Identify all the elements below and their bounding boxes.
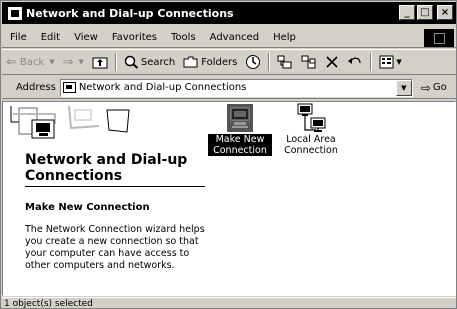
windows-logo-icon — [424, 29, 454, 47]
search-icon — [124, 55, 139, 69]
selected-item-description: The Network Connection wizard helps you … — [25, 224, 205, 271]
up-folder-icon — [92, 57, 108, 69]
maximize-button[interactable]: □ — [417, 5, 433, 20]
standard-toolbar: ⇐ Back ▼ ⇒ ▼ Search Folders ▼ — [2, 49, 456, 75]
window-app-icon[interactable] — [8, 6, 22, 20]
menu-advanced[interactable]: Advanced — [203, 32, 266, 43]
network-folder-icon — [62, 82, 76, 93]
menu-help[interactable]: Help — [266, 32, 303, 43]
toolbar-separator — [114, 53, 117, 71]
menu-file[interactable]: File — [2, 32, 34, 43]
heading-divider — [25, 186, 205, 187]
undo-button[interactable] — [343, 51, 367, 73]
back-arrow-icon: ⇐ — [6, 54, 17, 70]
move-to-icon — [277, 55, 292, 69]
move-to-button[interactable] — [273, 51, 297, 73]
search-button[interactable]: Search — [120, 51, 179, 73]
toolbar-separator — [370, 53, 373, 71]
web-view-pane: Network and Dial-up Connections Make New… — [3, 102, 205, 295]
folders-button[interactable]: Folders — [179, 51, 241, 73]
address-value[interactable]: Network and Dial-up Connections — [79, 82, 247, 93]
views-button[interactable]: ▼ — [375, 51, 405, 73]
window-controls: _ □ × — [399, 5, 453, 20]
chevron-down-icon: ▼ — [49, 58, 55, 66]
banner-artwork — [10, 105, 130, 139]
forward-arrow-icon: ⇒ — [62, 54, 74, 70]
go-button-label: Go — [432, 82, 447, 93]
back-button-label: Back — [19, 56, 45, 68]
address-label: Address — [16, 82, 56, 93]
undo-icon — [348, 57, 362, 64]
menu-tools[interactable]: Tools — [164, 32, 203, 43]
chevron-down-icon: ▼ — [78, 58, 84, 66]
minimize-button[interactable]: _ — [399, 5, 415, 20]
status-text: 1 object(s) selected — [4, 299, 93, 309]
copy-to-button[interactable] — [297, 51, 321, 73]
status-bar: 1 object(s) selected — [2, 297, 456, 309]
address-field[interactable]: Network and Dial-up Connections ▼ — [59, 78, 413, 97]
title-bar[interactable]: Network and Dial-up Connections _ □ × — [2, 2, 456, 24]
menu-favorites[interactable]: Favorites — [105, 32, 164, 43]
page-heading: Network and Dial-up Connections — [25, 152, 188, 184]
views-icon — [379, 55, 394, 69]
delete-button[interactable] — [321, 51, 343, 73]
menu-view[interactable]: View — [67, 32, 105, 43]
menu-bar: File Edit View Favorites Tools Advanced … — [2, 28, 456, 48]
folders-button-label: Folders — [201, 56, 238, 68]
address-dropdown-button[interactable]: ▼ — [395, 79, 412, 96]
address-bar: Address Network and Dial-up Connections … — [2, 77, 456, 99]
local-area-connection-icon — [297, 103, 326, 132]
window-title: Network and Dial-up Connections — [26, 6, 234, 20]
history-icon — [246, 55, 261, 69]
make-new-connection-label: Make New Connection — [208, 134, 272, 156]
search-button-label: Search — [140, 56, 176, 68]
folders-icon — [183, 56, 198, 68]
history-button[interactable] — [241, 51, 265, 73]
copy-to-icon — [301, 55, 316, 69]
make-new-connection-icon — [227, 104, 253, 132]
toolbar-separator — [268, 53, 271, 71]
close-button[interactable]: × — [437, 5, 453, 20]
content-area: Network and Dial-up Connections Make New… — [2, 101, 456, 296]
forward-button[interactable]: ⇒ ▼ — [59, 51, 88, 73]
menu-edit[interactable]: Edit — [34, 32, 67, 43]
chevron-down-icon: ▼ — [396, 58, 402, 66]
go-arrow-icon: ⇨ — [420, 80, 431, 95]
make-new-connection-item[interactable]: Make New Connection — [208, 102, 272, 156]
back-button[interactable]: ⇐ Back ▼ — [2, 51, 59, 73]
local-area-connection-item[interactable]: Local Area Connection — [279, 102, 343, 156]
go-button[interactable]: ⇨ Go — [421, 81, 447, 95]
delete-icon — [326, 56, 338, 68]
up-folder-button[interactable] — [88, 51, 112, 73]
explorer-window: Network and Dial-up Connections _ □ × Fi… — [0, 0, 457, 309]
local-area-connection-label: Local Area Connection — [284, 134, 338, 156]
selected-item-title: Make New Connection — [25, 202, 150, 213]
